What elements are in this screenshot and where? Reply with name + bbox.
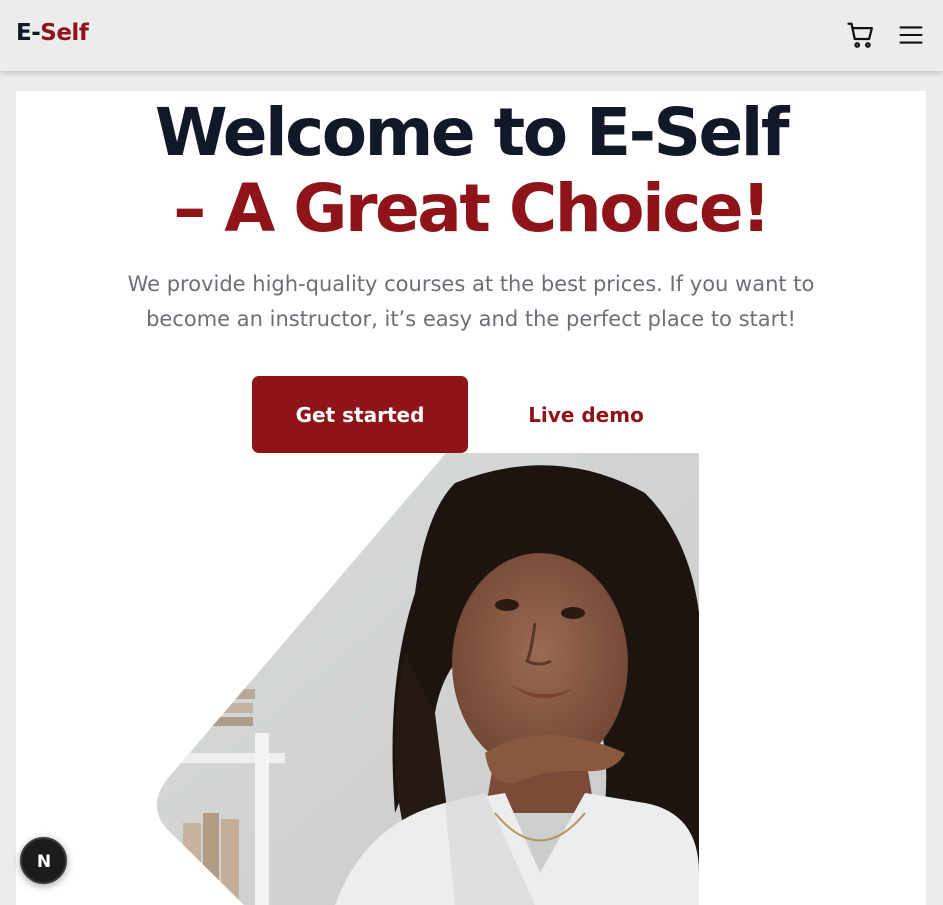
hero-subtitle: We provide high-quality courses at the b… (127, 272, 815, 331)
hero-title-line-1: Welcome to E-Self (154, 94, 790, 171)
hamburger-menu-icon (899, 26, 923, 44)
menu-button[interactable] (895, 19, 927, 51)
nextjs-dev-badge[interactable]: N (20, 837, 67, 884)
hero-title-line-2: – A Great Choice! (173, 170, 771, 247)
hero-section: Welcome to E-Self – A Great Choice! We p… (16, 91, 926, 905)
instructor-portrait-image (156, 453, 699, 905)
cart-icon (847, 22, 873, 48)
badge-letter: N (36, 852, 50, 872)
site-logo[interactable]: E-Self (16, 20, 89, 46)
get-started-button[interactable]: Get started (252, 376, 468, 453)
logo-text-suffix: Self (40, 20, 89, 46)
nextjs-logo-icon: N (36, 852, 50, 872)
logo-text-prefix: E- (16, 20, 41, 46)
live-demo-link[interactable]: Live demo (516, 376, 656, 453)
cart-button[interactable] (845, 19, 877, 51)
top-navbar: E-Self (0, 0, 943, 71)
